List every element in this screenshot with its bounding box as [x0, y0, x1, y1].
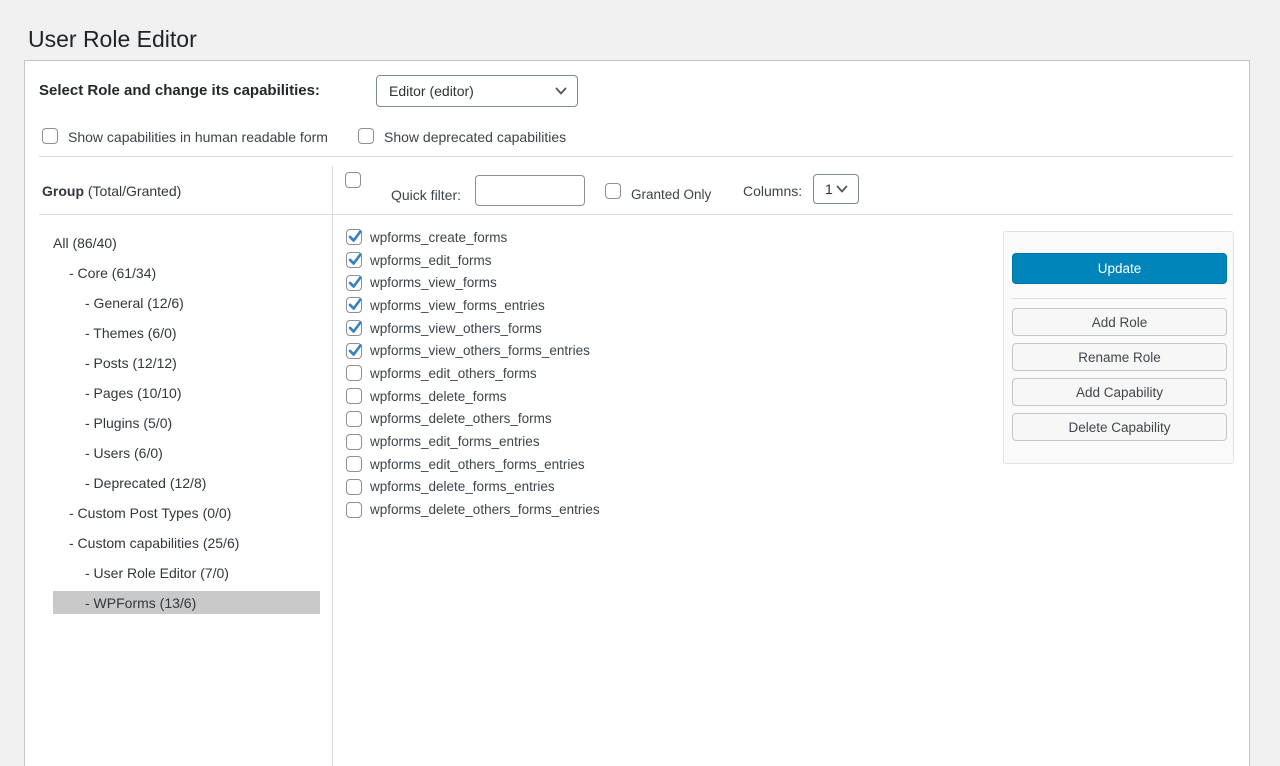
group-item[interactable]: - User Role Editor (7/0): [53, 558, 320, 588]
role-select-value: Editor (editor): [389, 83, 474, 99]
capability-label: wpforms_view_forms: [370, 275, 497, 290]
show-deprecated-checkbox[interactable]: [358, 128, 374, 144]
capability-checkbox[interactable]: [346, 275, 362, 291]
capability-row: wpforms_delete_forms_entries: [346, 476, 600, 499]
group-item[interactable]: - Themes (6/0): [53, 318, 320, 348]
group-item[interactable]: - Users (6/0): [53, 438, 320, 468]
update-button[interactable]: Update: [1012, 253, 1227, 284]
chevron-down-icon: [835, 182, 849, 196]
capability-label: wpforms_delete_others_forms_entries: [370, 502, 600, 517]
capability-checkbox[interactable]: [346, 434, 362, 450]
capability-label: wpforms_view_others_forms_entries: [370, 343, 590, 358]
capability-label: wpforms_edit_others_forms: [370, 366, 537, 381]
capability-checkbox[interactable]: [346, 365, 362, 381]
column-divider: [332, 166, 333, 766]
role-select[interactable]: Editor (editor): [376, 75, 578, 107]
actions-separator: [1012, 298, 1227, 299]
select-role-label: Select Role and change its capabilities:: [39, 75, 320, 107]
group-tree: All (86/40)- Core (61/34)- General (12/6…: [25, 228, 332, 618]
rename-role-button[interactable]: Rename Role: [1012, 343, 1227, 371]
group-item[interactable]: - Custom Post Types (0/0): [53, 498, 320, 528]
capability-row: wpforms_view_others_forms_entries: [346, 339, 600, 362]
capability-row: wpforms_view_forms_entries: [346, 294, 600, 317]
capability-row: wpforms_edit_forms: [346, 249, 600, 272]
capability-checkbox[interactable]: [346, 388, 362, 404]
capability-checkbox[interactable]: [346, 479, 362, 495]
group-header-bold: Group: [42, 183, 84, 199]
capability-checkbox[interactable]: [346, 411, 362, 427]
capability-row: wpforms_delete_forms: [346, 385, 600, 408]
capability-label: wpforms_delete_forms_entries: [370, 479, 555, 494]
group-item[interactable]: - Custom capabilities (25/6): [53, 528, 320, 558]
capability-row: wpforms_view_forms: [346, 271, 600, 294]
columns-label: Columns:: [743, 183, 802, 199]
group-item[interactable]: - Pages (10/10): [53, 378, 320, 408]
capability-checkbox[interactable]: [346, 229, 362, 245]
group-item[interactable]: - WPForms (13/6): [53, 591, 320, 614]
capability-checkbox[interactable]: [346, 343, 362, 359]
group-column-header: Group (Total/Granted): [42, 183, 181, 199]
columns-select[interactable]: 1: [813, 174, 859, 204]
group-item[interactable]: - Deprecated (12/8): [53, 468, 320, 498]
capability-checkbox[interactable]: [346, 456, 362, 472]
actions-panel: Update Add Role Rename Role Add Capabili…: [1003, 231, 1234, 464]
top-divider: [39, 156, 1233, 157]
group-item[interactable]: - Posts (12/12): [53, 348, 320, 378]
chevron-down-icon: [554, 84, 568, 98]
capability-label: wpforms_delete_forms: [370, 389, 507, 404]
capability-row: wpforms_view_others_forms: [346, 317, 600, 340]
capability-row: wpforms_edit_others_forms: [346, 362, 600, 385]
main-panel: Select Role and change its capabilities:…: [24, 60, 1250, 766]
capability-row: wpforms_edit_forms_entries: [346, 430, 600, 453]
granted-only-label: Granted Only: [631, 187, 711, 202]
capability-label: wpforms_edit_forms_entries: [370, 434, 540, 449]
quick-filter-label: Quick filter:: [391, 187, 461, 203]
capability-list: wpforms_create_forms wpforms_edit_formswp…: [346, 226, 600, 521]
user-role-editor-screen: User Role Editor Select Role and change …: [0, 0, 1280, 766]
delete-capability-button[interactable]: Delete Capability: [1012, 413, 1227, 441]
capability-label: wpforms_edit_others_forms_entries: [370, 457, 585, 472]
capability-label: wpforms_view_forms_entries: [370, 298, 545, 313]
quick-filter-input[interactable]: [475, 175, 585, 206]
header-divider: [39, 214, 1233, 215]
capability-label: wpforms_edit_forms: [370, 253, 492, 268]
add-role-button[interactable]: Add Role: [1012, 308, 1227, 336]
group-item[interactable]: - Plugins (5/0): [53, 408, 320, 438]
capability-checkbox[interactable]: [346, 502, 362, 518]
capability-row: wpforms_delete_others_forms_entries: [346, 498, 600, 521]
capability-checkbox[interactable]: [346, 252, 362, 268]
capability-row: wpforms_create_forms: [346, 226, 600, 249]
page-title: User Role Editor: [28, 25, 197, 53]
columns-select-value: 1: [825, 181, 833, 197]
group-item[interactable]: All (86/40): [53, 228, 320, 258]
capability-checkbox[interactable]: [346, 297, 362, 313]
capability-label: wpforms_create_forms: [370, 230, 507, 245]
capability-label: wpforms_delete_others_forms: [370, 411, 552, 426]
granted-only-checkbox[interactable]: [605, 183, 621, 199]
group-item[interactable]: - Core (61/34): [53, 258, 320, 288]
capability-label: wpforms_view_others_forms: [370, 321, 542, 336]
group-item[interactable]: - General (12/6): [53, 288, 320, 318]
capability-row: wpforms_delete_others_forms: [346, 408, 600, 431]
human-readable-label: Show capabilities in human readable form: [68, 129, 328, 145]
add-capability-button[interactable]: Add Capability: [1012, 378, 1227, 406]
show-deprecated-label: Show deprecated capabilities: [384, 129, 566, 145]
group-header-rest: (Total/Granted): [84, 183, 181, 199]
human-readable-checkbox[interactable]: [42, 128, 58, 144]
capability-row: wpforms_edit_others_forms_entries: [346, 453, 600, 476]
capability-checkbox[interactable]: [346, 320, 362, 336]
select-all-checkbox[interactable]: [345, 172, 361, 188]
